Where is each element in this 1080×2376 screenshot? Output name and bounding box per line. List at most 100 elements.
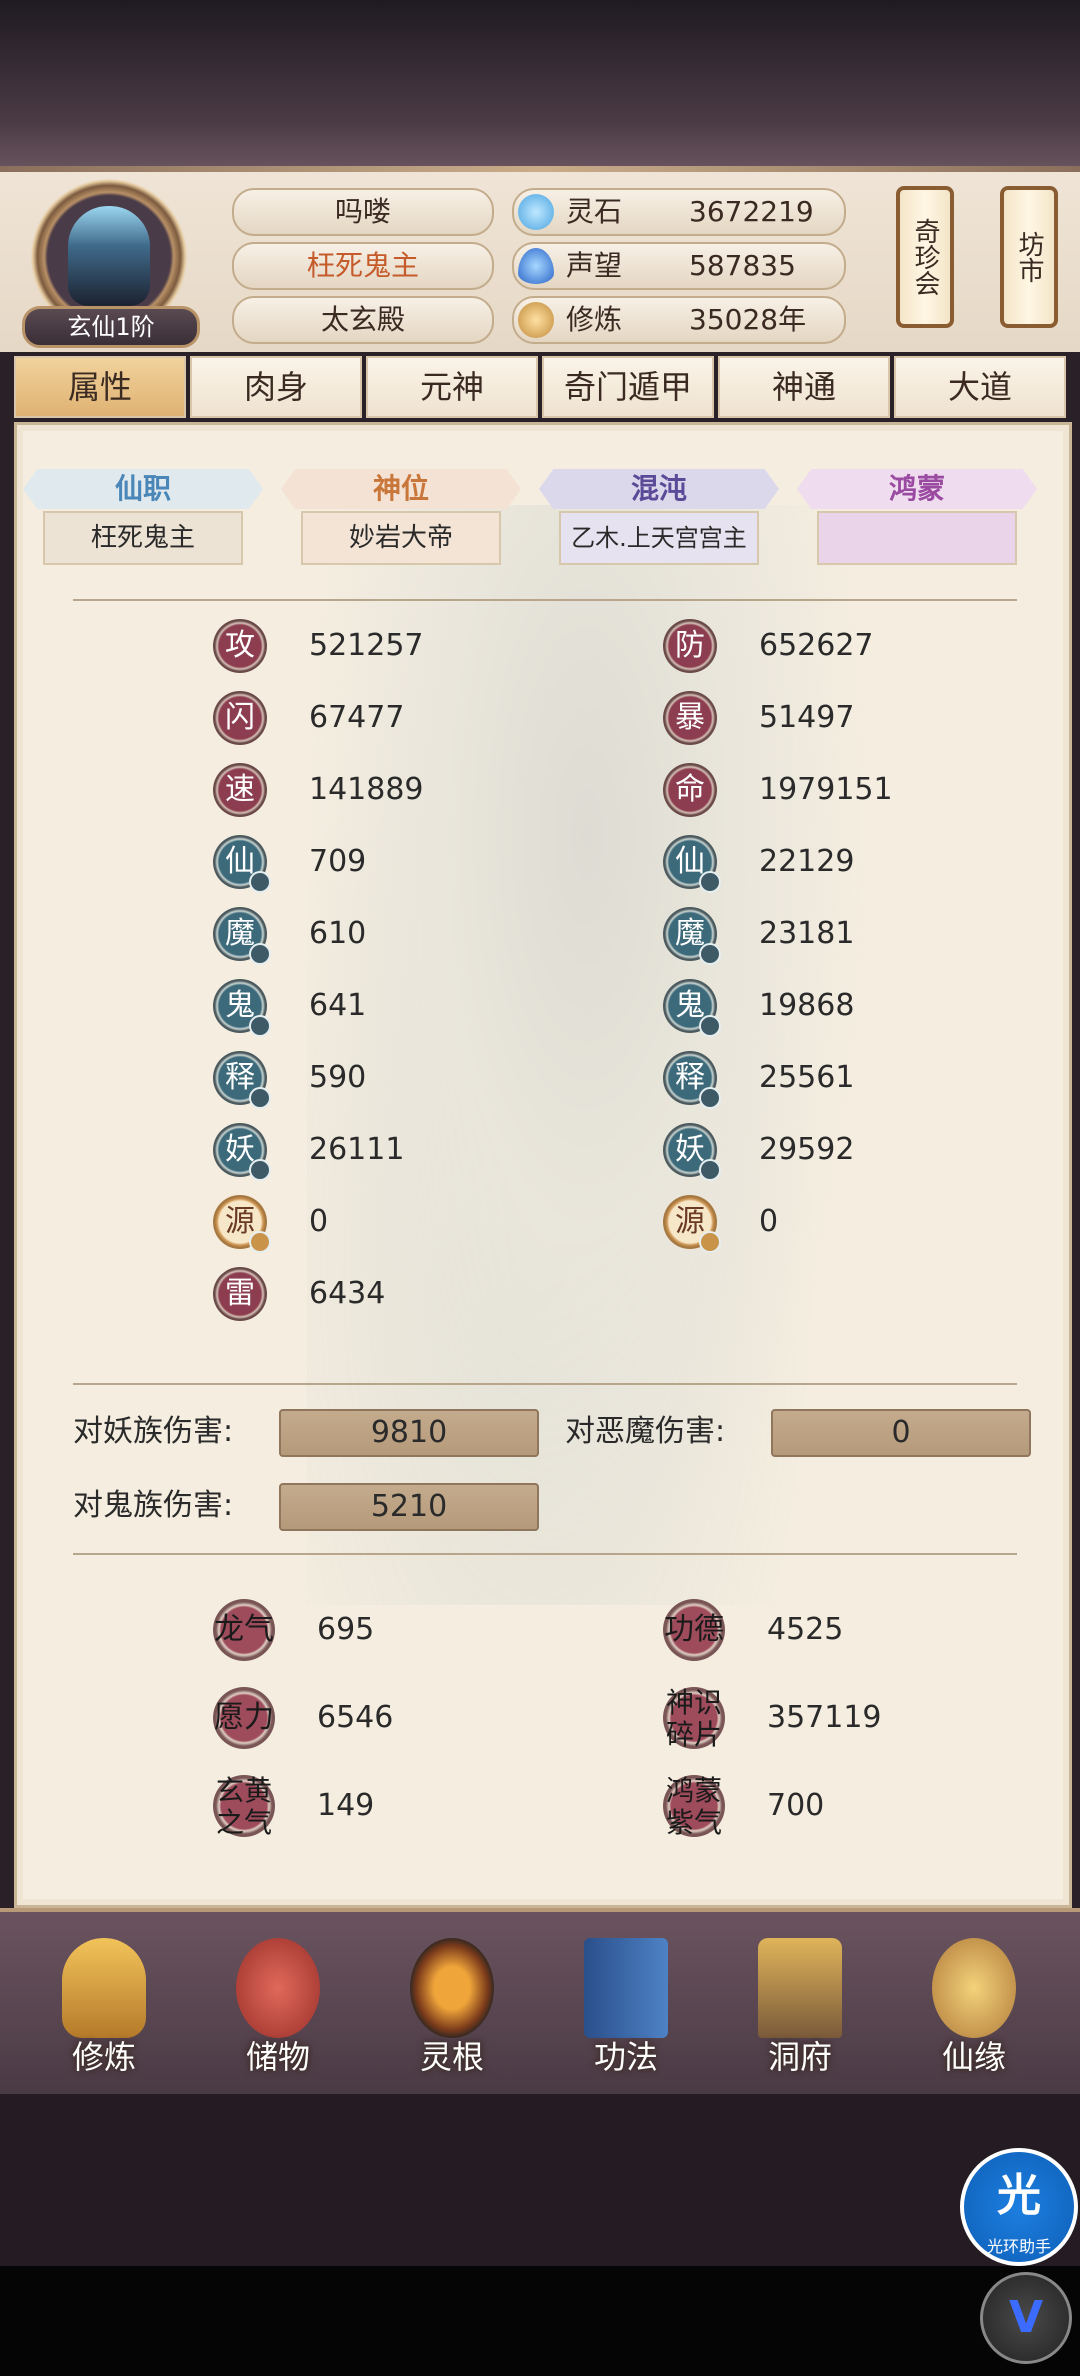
attack-badge-icon bbox=[249, 943, 271, 965]
stat-value: 0 bbox=[309, 1204, 329, 1239]
honor-value: 乙木.上天宫宫主 bbox=[559, 511, 759, 565]
stat-value: 0 bbox=[759, 1204, 779, 1239]
honor-chaos[interactable]: 混沌 乙木.上天宫宫主 bbox=[539, 469, 779, 565]
stat-value: 1979151 bbox=[759, 772, 893, 807]
nav-label: 功法 bbox=[593, 2038, 658, 2076]
soul-shard-icon: 神识碎片 bbox=[663, 1687, 725, 1751]
stat-value: 6434 bbox=[309, 1276, 386, 1311]
stat-char: 仙 bbox=[675, 844, 705, 879]
xuanhuang-qi-icon: 玄黄之气 bbox=[213, 1775, 275, 1839]
hongmeng-qi-icon: 鸿蒙紫气 bbox=[663, 1775, 725, 1839]
market-button[interactable]: 坊市 bbox=[1000, 186, 1058, 328]
stat-char: 仙 bbox=[225, 844, 255, 879]
merit-icon: 功德 bbox=[663, 1599, 725, 1661]
nav-spirit-root[interactable]: 灵根 bbox=[372, 1918, 532, 2088]
attack-badge-icon bbox=[249, 1159, 271, 1181]
honor-title: 仙职 bbox=[23, 469, 263, 509]
nav-label: 灵根 bbox=[419, 2038, 484, 2076]
nav-cultivate[interactable]: 修炼 bbox=[24, 1918, 184, 2088]
stat-value: 29592 bbox=[759, 1132, 855, 1167]
damage-label: 对鬼族伤害: bbox=[73, 1488, 234, 1523]
honor-title: 鸿蒙 bbox=[797, 469, 1037, 509]
nav-storage[interactable]: 储物 bbox=[198, 1918, 358, 2088]
extra-value: 357119 bbox=[767, 1700, 882, 1735]
shield-badge-icon bbox=[699, 871, 721, 893]
attack-badge-icon bbox=[249, 871, 271, 893]
spirit-root-icon bbox=[410, 1938, 494, 2038]
honor-title: 混沌 bbox=[539, 469, 779, 509]
bag-icon bbox=[236, 1938, 320, 2038]
stat-char: 释 bbox=[675, 1060, 705, 1095]
stat-char: 妖 bbox=[225, 1132, 255, 1167]
honor-hongmeng[interactable]: 鸿蒙 bbox=[797, 469, 1037, 565]
nav-label: 储物 bbox=[245, 2038, 310, 2076]
resource-reputation: 声望 587835 bbox=[512, 242, 846, 290]
gourd-icon bbox=[932, 1938, 1016, 2038]
helper-float-button[interactable]: 光 光环助手 bbox=[960, 2148, 1078, 2266]
tab-qimen[interactable]: 奇门遁甲 bbox=[542, 356, 714, 418]
honor-value: 枉死鬼主 bbox=[43, 511, 243, 565]
resource-spirit-stone: 灵石 3672219 bbox=[512, 188, 846, 236]
demon-icon: 魔 bbox=[213, 907, 271, 965]
nav-cave[interactable]: 洞府 bbox=[720, 1918, 880, 2088]
tab-spirit[interactable]: 元神 bbox=[366, 356, 538, 418]
honor-immortal-post[interactable]: 仙职 枉死鬼主 bbox=[23, 469, 263, 565]
stat-char: 妖 bbox=[675, 1132, 705, 1167]
player-header: 玄仙1阶 吗喽 枉死鬼主 太玄殿 灵石 3672219 声望 587835 修炼… bbox=[0, 172, 1080, 352]
tab-bar: 属性 肉身 元神 奇门遁甲 神通 大道 bbox=[12, 356, 1068, 418]
dodge-icon: 闪 bbox=[213, 691, 267, 745]
pavilion-icon bbox=[758, 1938, 842, 2038]
nav-label: 修炼 bbox=[71, 2038, 136, 2076]
stat-char: 鬼 bbox=[675, 988, 705, 1023]
stat-char: 鬼 bbox=[225, 988, 255, 1023]
shield-badge-icon bbox=[699, 1159, 721, 1181]
stat-char: 魔 bbox=[675, 916, 705, 951]
system-bar bbox=[0, 2266, 1080, 2376]
stat-char: 源 bbox=[675, 1204, 705, 1239]
origin-icon: 源 bbox=[213, 1195, 271, 1253]
crit-icon: 暴 bbox=[663, 691, 717, 745]
extra-value: 700 bbox=[767, 1788, 825, 1823]
shield-badge-icon bbox=[699, 1087, 721, 1109]
defense-icon: 防 bbox=[663, 619, 717, 673]
tab-body[interactable]: 肉身 bbox=[190, 356, 362, 418]
tab-dao[interactable]: 大道 bbox=[894, 356, 1066, 418]
player-sect: 太玄殿 bbox=[232, 296, 494, 344]
stat-value: 610 bbox=[309, 916, 367, 951]
treasure-auction-button[interactable]: 奇珍会 bbox=[896, 186, 954, 328]
resource-label: 声望 bbox=[566, 249, 623, 282]
tab-attributes[interactable]: 属性 bbox=[14, 356, 186, 418]
honor-value bbox=[817, 511, 1017, 565]
stat-value: 141889 bbox=[309, 772, 424, 807]
damage-value: 0 bbox=[771, 1409, 1031, 1457]
honor-title: 神位 bbox=[281, 469, 521, 509]
v-float-button[interactable]: V bbox=[980, 2272, 1072, 2364]
nav-fortune[interactable]: 仙缘 bbox=[894, 1918, 1054, 2088]
immortal-icon: 仙 bbox=[213, 835, 271, 893]
helper-glyph: 光 bbox=[997, 2170, 1041, 2221]
divider bbox=[73, 1383, 1017, 1385]
damage-label: 对妖族伤害: bbox=[73, 1414, 234, 1449]
shield-badge-icon bbox=[699, 943, 721, 965]
top-decor bbox=[0, 0, 1080, 172]
stat-value: 641 bbox=[309, 988, 367, 1023]
stat-value: 22129 bbox=[759, 844, 855, 879]
bottom-nav: 修炼 储物 灵根 功法 洞府 仙缘 bbox=[0, 1908, 1080, 2094]
book-icon bbox=[584, 1938, 668, 2038]
resource-cultivation: 修炼 35028年 bbox=[512, 296, 846, 344]
stat-value: 25561 bbox=[759, 1060, 855, 1095]
stat-value: 51497 bbox=[759, 700, 855, 735]
attack-badge-icon bbox=[249, 1015, 271, 1037]
stat-value: 521257 bbox=[309, 628, 424, 663]
nav-label: 仙缘 bbox=[941, 2038, 1006, 2076]
divider bbox=[73, 599, 1017, 601]
speed-icon: 速 bbox=[213, 763, 267, 817]
extra-value: 4525 bbox=[767, 1612, 844, 1647]
dragon-qi-icon: 龙气 bbox=[213, 1599, 275, 1661]
origin-icon: 源 bbox=[663, 1195, 721, 1253]
stat-value: 23181 bbox=[759, 916, 855, 951]
nav-techniques[interactable]: 功法 bbox=[546, 1918, 706, 2088]
tab-powers[interactable]: 神通 bbox=[718, 356, 890, 418]
honor-value: 妙岩大帝 bbox=[301, 511, 501, 565]
honor-divine-rank[interactable]: 神位 妙岩大帝 bbox=[281, 469, 521, 565]
